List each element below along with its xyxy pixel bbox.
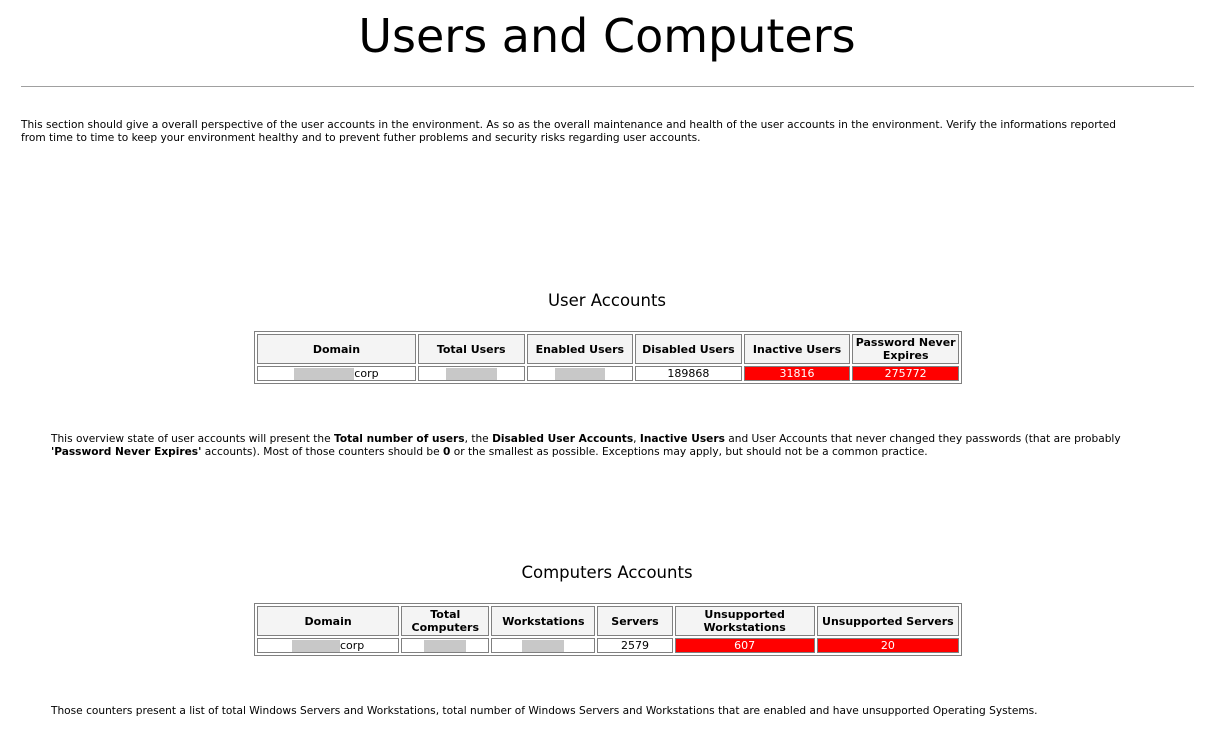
note-emphasis: 'Password Never Expires'	[51, 446, 202, 458]
col-header-total-users: Total Users	[417, 334, 525, 364]
page-title: Users and Computers	[358, 9, 856, 63]
cell-domain: corp	[257, 638, 400, 653]
user-accounts-note: This overview state of user accounts wil…	[51, 433, 1151, 459]
cell-total-users	[417, 366, 525, 381]
col-header-servers: Servers	[597, 606, 673, 636]
note-text: accounts). Most of those counters should…	[201, 446, 444, 458]
user-accounts-title: User Accounts	[547, 291, 667, 310]
cell-disabled-users: 189868	[635, 366, 742, 381]
title-divider	[21, 86, 1194, 87]
intro-paragraph: This section should give a overall persp…	[21, 119, 1117, 144]
redacted-block	[445, 368, 497, 380]
redacted-block	[294, 368, 355, 380]
col-header-disabled-users: Disabled Users	[635, 334, 742, 364]
computer-accounts-note: Those counters present a list of total W…	[51, 705, 1038, 717]
col-header-domain: Domain	[257, 606, 400, 636]
cell-password-never-expires: 275772	[852, 366, 959, 381]
col-header-domain: Domain	[257, 334, 416, 364]
cell-inactive-users: 31816	[743, 366, 851, 381]
table-header-row: Domain Total Users Enabled Users Disable…	[257, 334, 959, 364]
col-header-total-computers: Total Computers	[401, 606, 490, 636]
redacted-block	[554, 368, 605, 380]
note-text: ,	[633, 433, 640, 445]
table-row: corp 189868 31816 275772	[257, 366, 959, 381]
domain-suffix: corp	[339, 639, 365, 652]
note-emphasis: Inactive Users	[639, 433, 725, 445]
domain-suffix: corp	[354, 367, 379, 380]
note-text: , the	[464, 433, 493, 445]
cell-workstations	[491, 638, 596, 653]
note-emphasis: Total number of users	[334, 433, 465, 445]
user-accounts-table: Domain Total Users Enabled Users Disable…	[254, 331, 962, 384]
col-header-enabled-users: Enabled Users	[526, 334, 634, 364]
table-header-row: Domain Total Computers Workstations Serv…	[257, 606, 959, 636]
redacted-block	[424, 640, 467, 652]
col-header-workstations: Workstations	[491, 606, 596, 636]
cell-total-computers	[401, 638, 490, 653]
col-header-inactive-users: Inactive Users	[743, 334, 851, 364]
col-header-password-never-expires: Password Never Expires	[852, 334, 959, 364]
cell-unsupported-workstations: 607	[674, 638, 815, 653]
note-text: This overview state of user accounts wil…	[51, 433, 334, 445]
cell-domain: corp	[257, 366, 416, 381]
redacted-block	[522, 640, 565, 652]
cell-servers: 2579	[597, 638, 673, 653]
table-row: corp 2579 607 20	[257, 638, 959, 653]
note-text: or the smallest as possible. Exceptions …	[450, 446, 928, 458]
col-header-unsupported-servers: Unsupported Servers	[816, 606, 959, 636]
note-emphasis: Disabled User Accounts	[492, 433, 634, 445]
computer-accounts-title: Computers Accounts	[521, 563, 693, 582]
computer-accounts-table: Domain Total Computers Workstations Serv…	[254, 603, 962, 656]
cell-unsupported-servers: 20	[816, 638, 959, 653]
redacted-block	[291, 640, 340, 652]
note-text: and User Accounts that never changed the…	[724, 433, 1121, 445]
col-header-unsupported-workstations: Unsupported Workstations	[674, 606, 815, 636]
cell-enabled-users	[526, 366, 634, 381]
